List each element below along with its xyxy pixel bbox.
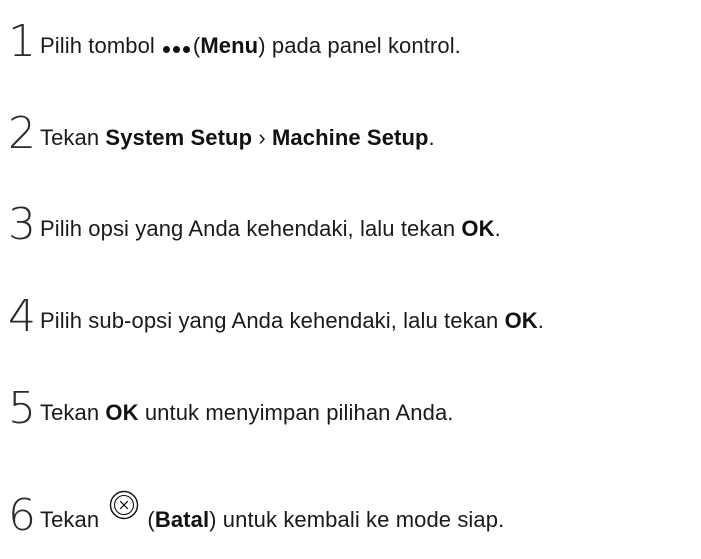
step-text-bold-ok: OK [504, 308, 538, 333]
cancel-x-icon [109, 489, 139, 537]
step-text: Pilih tombol (Menu) pada panel kontrol. [40, 22, 461, 70]
step-text-pre: Tekan [40, 125, 106, 150]
menu-dots-icon [162, 45, 190, 53]
step-number: 2 [8, 108, 36, 159]
step-text-post: . [428, 125, 435, 150]
step-text-post: pada panel kontrol. [265, 33, 461, 58]
step-text: Pilih sub-opsi yang Anda kehendaki, lalu… [40, 297, 544, 345]
step-text-separator: › [252, 125, 272, 150]
step-text-post: . [494, 216, 501, 241]
step-text-pre: Pilih sub-opsi yang Anda kehendaki, lalu… [40, 308, 505, 333]
step-text: Tekan System Setup › Machine Setup. [40, 114, 435, 162]
step-text-post: ) untuk kembali ke mode siap. [209, 507, 505, 532]
step-text-post: . [537, 308, 544, 333]
step-text-bold-batal: Batal [154, 507, 210, 532]
step-text: Tekan OK untuk menyimpan pilihan Anda. [40, 389, 454, 437]
step-text-post: untuk menyimpan pilihan Anda. [138, 400, 454, 425]
step-text-pre: Pilih tombol [40, 33, 155, 58]
step-text-bold-machine-setup: Machine Setup [271, 125, 429, 150]
step-text-bold-ok: OK [105, 400, 139, 425]
step-text-close-paren: ) [258, 33, 266, 58]
step-text-pre: Tekan [40, 400, 106, 425]
step-text-open-paren: ( [141, 507, 155, 532]
instruction-steps: 1 Pilih tombol (Menu) pada panel kontrol.… [0, 0, 701, 559]
step-text-bold-ok: OK [461, 216, 495, 241]
step-text-bold-system-setup: System Setup [105, 125, 253, 150]
step-text-pre: Tekan [40, 507, 100, 532]
step-text-pre: Pilih opsi yang Anda kehendaki, lalu tek… [40, 216, 462, 241]
step-number: 1 [8, 16, 36, 67]
step-text: Tekan (Batal) untuk kembali ke mode siap… [40, 490, 505, 545]
step-number: 4 [8, 291, 36, 342]
step-number: 6 [8, 490, 36, 541]
step-text-bold: Menu [200, 33, 259, 58]
step-text: Pilih opsi yang Anda kehendaki, lalu tek… [40, 205, 501, 253]
step-number: 3 [8, 199, 36, 250]
step-number: 5 [8, 383, 36, 434]
